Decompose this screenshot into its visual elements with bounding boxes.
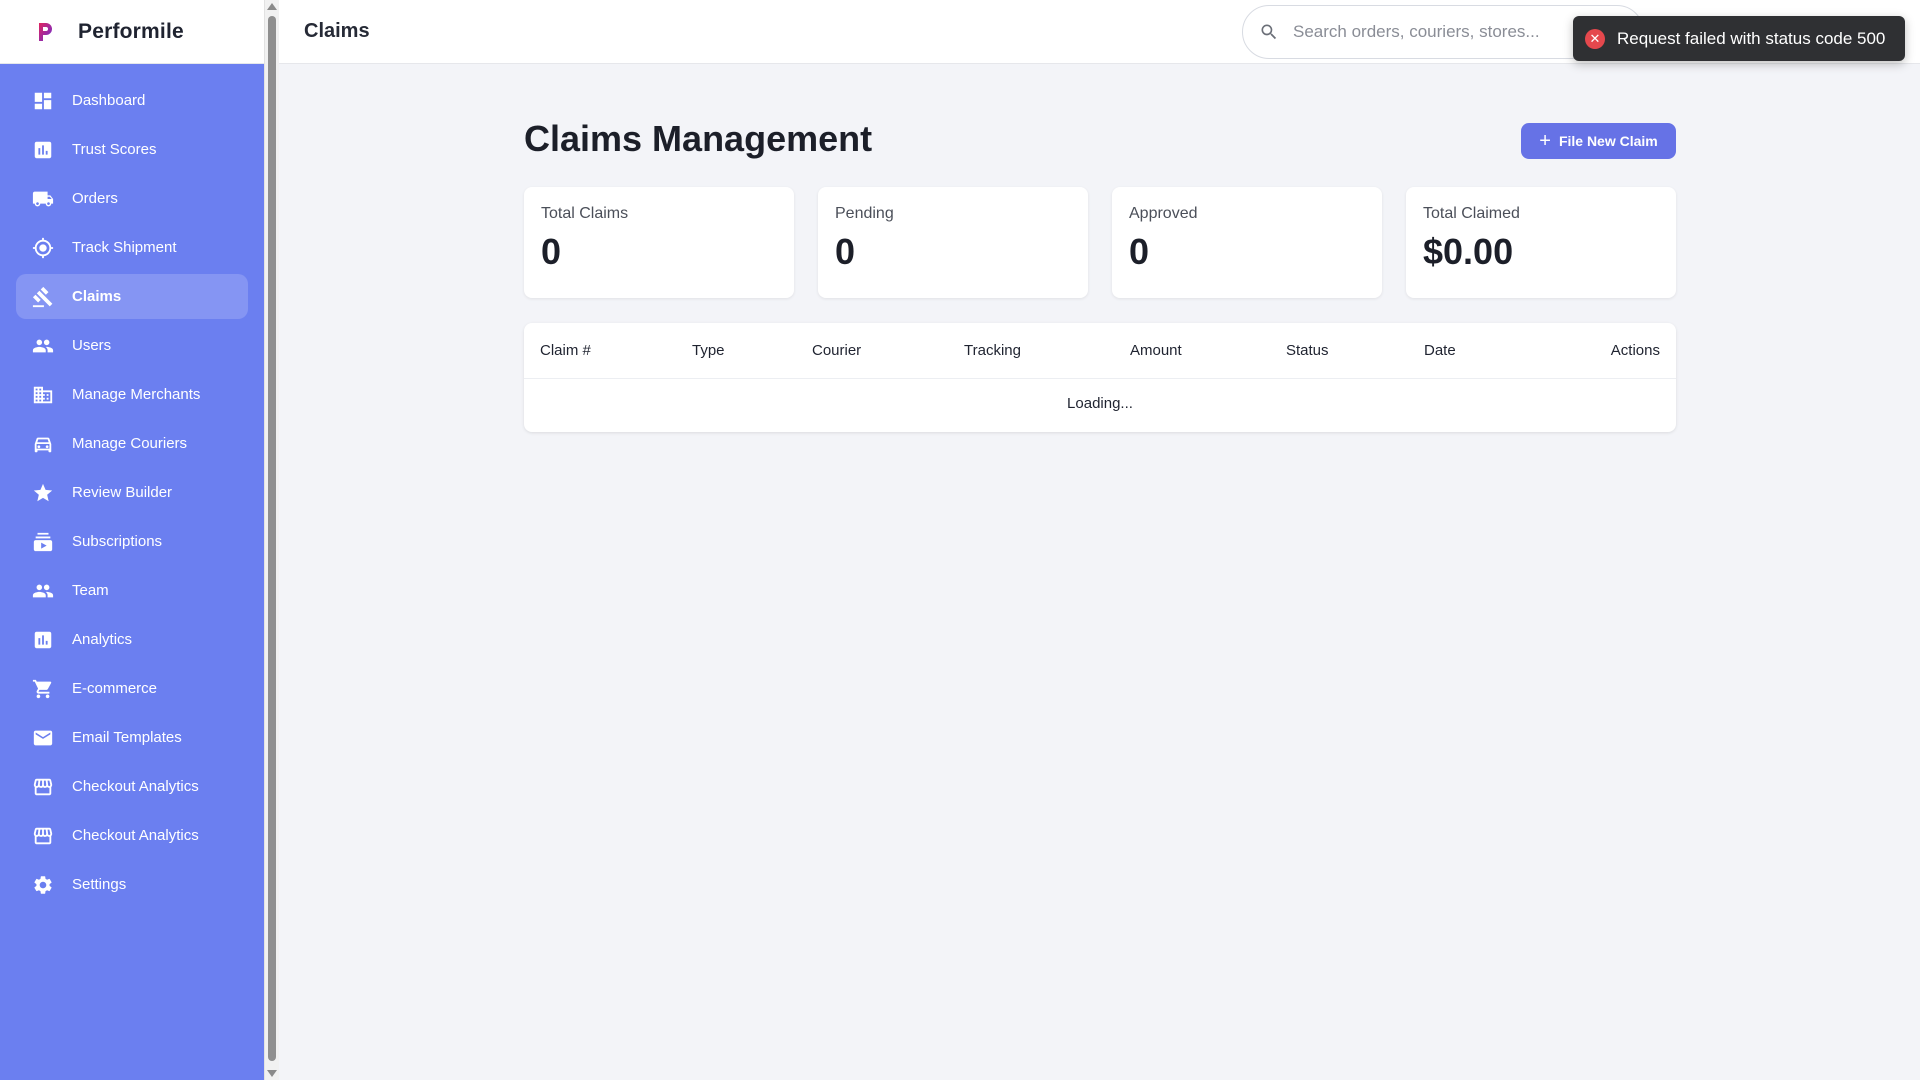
- people-icon: [32, 580, 54, 602]
- stat-card-total-claimed: Total Claimed $0.00: [1406, 187, 1676, 298]
- sidebar-item-orders[interactable]: Orders: [16, 176, 248, 221]
- cart-icon: [32, 678, 54, 700]
- brand-name: Performile: [78, 19, 184, 43]
- stat-value: 0: [541, 231, 562, 272]
- sidebar-item-label: Dashboard: [72, 92, 146, 109]
- stat-label: Total Claimed: [1423, 205, 1520, 222]
- toast-message: Request failed with status code 500: [1617, 28, 1886, 48]
- mail-icon: [32, 727, 54, 749]
- bar-chart-icon: [32, 629, 54, 651]
- car-icon: [32, 433, 54, 455]
- column-header-tracking[interactable]: Tracking: [964, 342, 1021, 359]
- subscriptions-icon: [32, 531, 54, 553]
- sidebar-item-label: Manage Couriers: [72, 435, 188, 452]
- stat-card-pending: Pending 0: [818, 187, 1088, 298]
- sidebar-item-team[interactable]: Team: [16, 568, 248, 613]
- sidebar-nav: Dashboard Trust Scores Orders Track Ship…: [0, 64, 264, 907]
- scrollbar-thumb[interactable]: [268, 16, 276, 1061]
- stat-value: 0: [835, 231, 856, 272]
- sidebar-item-label: Team: [72, 582, 109, 599]
- sidebar-item-manage-couriers[interactable]: Manage Couriers: [16, 421, 248, 466]
- sidebar-item-dashboard[interactable]: Dashboard: [16, 78, 248, 123]
- column-header-amount[interactable]: Amount: [1130, 342, 1182, 359]
- sidebar-item-label: Claims: [72, 288, 122, 305]
- people-icon: [32, 335, 54, 357]
- gavel-icon: [32, 286, 54, 308]
- search-input[interactable]: [1291, 21, 1591, 43]
- sidebar-item-label: Settings: [72, 876, 127, 893]
- sidebar-item-label: Analytics: [72, 631, 133, 648]
- sidebar-item-email-templates[interactable]: Email Templates: [16, 715, 248, 760]
- sidebar-item-label: E-commerce: [72, 680, 158, 697]
- store-icon: [32, 776, 54, 798]
- sidebar-item-label: Email Templates: [72, 729, 182, 746]
- error-toast: ✕ Request failed with status code 500: [1573, 16, 1905, 61]
- sidebar-item-analytics[interactable]: Analytics: [16, 617, 248, 662]
- sidebar-item-label: Track Shipment: [72, 239, 177, 256]
- sidebar-item-label: Manage Merchants: [72, 386, 201, 403]
- sidebar-item-checkout-analytics-2[interactable]: Checkout Analytics: [16, 813, 248, 858]
- plus-icon: +: [1539, 130, 1551, 152]
- file-new-claim-button[interactable]: + File New Claim: [1521, 123, 1676, 159]
- table-divider: [524, 378, 1676, 379]
- gear-icon: [32, 874, 54, 896]
- sidebar-item-users[interactable]: Users: [16, 323, 248, 368]
- header-title: Claims: [304, 20, 370, 42]
- dashboard-icon: [32, 90, 54, 112]
- error-icon: ✕: [1585, 28, 1605, 49]
- sidebar-item-label: Subscriptions: [72, 533, 163, 550]
- brand-header[interactable]: Performile: [0, 0, 264, 64]
- stat-value: $0.00: [1423, 231, 1514, 272]
- sidebar-item-trust-scores[interactable]: Trust Scores: [16, 127, 248, 172]
- sidebar-item-track-shipment[interactable]: Track Shipment: [16, 225, 248, 270]
- bar-chart-icon: [32, 139, 54, 161]
- column-header-actions: Actions: [1610, 342, 1660, 359]
- stat-label: Approved: [1129, 205, 1198, 222]
- sidebar-item-label: Orders: [72, 190, 118, 207]
- sidebar-scrollbar[interactable]: [264, 0, 279, 1080]
- file-new-claim-label: File New Claim: [1558, 133, 1658, 149]
- page-title: Claims Management: [524, 118, 873, 159]
- column-header-date[interactable]: Date: [1424, 342, 1456, 359]
- column-header-status[interactable]: Status: [1286, 342, 1329, 359]
- sidebar-item-manage-merchants[interactable]: Manage Merchants: [16, 372, 248, 417]
- sidebar-item-label: Trust Scores: [72, 141, 157, 158]
- sidebar-item-review-builder[interactable]: Review Builder: [16, 470, 248, 515]
- stat-card-approved: Approved 0: [1112, 187, 1382, 298]
- sidebar-item-checkout-analytics[interactable]: Checkout Analytics: [16, 764, 248, 809]
- performile-logo-icon: [34, 21, 56, 43]
- stat-label: Total Claims: [541, 205, 629, 222]
- sidebar-item-claims[interactable]: Claims: [16, 274, 248, 319]
- truck-icon: [32, 188, 54, 210]
- sidebar-item-label: Review Builder: [72, 484, 173, 501]
- sidebar-item-subscriptions[interactable]: Subscriptions: [16, 519, 248, 564]
- building-icon: [32, 384, 54, 406]
- sidebar-item-label: Users: [72, 337, 112, 354]
- table-loading-text: Loading...: [1067, 395, 1133, 412]
- sidebar-item-e-commerce[interactable]: E-commerce: [16, 666, 248, 711]
- sidebar: Performile Dashboard Trust Scores Orders…: [0, 0, 264, 1080]
- scroll-down-arrow-icon[interactable]: [267, 1070, 277, 1077]
- sidebar-item-settings[interactable]: Settings: [16, 862, 248, 907]
- scroll-up-arrow-icon[interactable]: [267, 3, 277, 10]
- store-icon: [32, 825, 54, 847]
- star-icon: [32, 482, 54, 504]
- stat-card-total-claims: Total Claims 0: [524, 187, 794, 298]
- column-header-claim-number[interactable]: Claim #: [540, 342, 591, 359]
- column-header-type[interactable]: Type: [692, 342, 725, 359]
- claims-table: Claim # Type Courier Tracking Amount Sta…: [524, 323, 1676, 432]
- column-header-courier[interactable]: Courier: [812, 342, 861, 359]
- sidebar-item-label: Checkout Analytics: [72, 827, 199, 844]
- stat-value: 0: [1129, 231, 1150, 272]
- stat-label: Pending: [835, 205, 894, 222]
- location-target-icon: [32, 237, 54, 259]
- search-icon: [1261, 24, 1277, 40]
- sidebar-item-label: Checkout Analytics: [72, 778, 199, 795]
